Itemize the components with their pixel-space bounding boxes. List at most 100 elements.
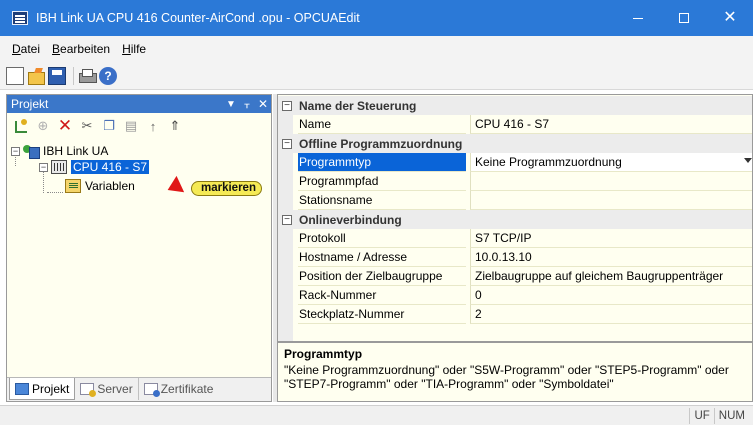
project-pane-title: Projekt bbox=[11, 97, 49, 111]
help-icon[interactable]: ? bbox=[99, 66, 117, 85]
property-value[interactable]: CPU 416 - S7 bbox=[470, 115, 752, 134]
property-value[interactable]: Zielbaugruppe auf gleichem Baugruppenträ… bbox=[470, 267, 752, 286]
row-gutter bbox=[278, 172, 293, 191]
close-button[interactable]: ✕ bbox=[707, 0, 753, 36]
property-name: Protokoll bbox=[298, 229, 466, 248]
minimize-button[interactable] bbox=[615, 0, 661, 36]
pin-icon[interactable]: ᚁ bbox=[239, 99, 255, 110]
menu-bar: Datei Bearbeiten Hilfe bbox=[0, 36, 753, 62]
certificate-icon bbox=[143, 383, 160, 397]
close-icon[interactable]: ✕ bbox=[255, 97, 271, 111]
tab-server[interactable]: Server bbox=[75, 378, 139, 400]
paste-icon[interactable]: ▤ bbox=[123, 118, 139, 134]
property-row[interactable]: Steckplatz-Nummer 2 bbox=[278, 305, 752, 324]
property-value[interactable] bbox=[470, 191, 752, 210]
property-row[interactable]: Rack-Nummer 0 bbox=[278, 286, 752, 305]
category-offline-programmzuordnung[interactable]: − Offline Programmzuordnung bbox=[278, 134, 752, 153]
tab-label: Projekt bbox=[32, 381, 70, 396]
project-pane-header: Projekt ▼ ᚁ ✕ bbox=[7, 95, 271, 113]
collapse-icon[interactable]: − bbox=[11, 146, 20, 156]
minimize-icon bbox=[633, 17, 643, 19]
tree-node-ibh-link-ua[interactable]: − IBH Link UA bbox=[11, 144, 109, 159]
tab-label: Zertifikate bbox=[160, 382, 214, 396]
menu-bearbeiten-rest: earbeiten bbox=[60, 42, 111, 56]
property-row[interactable]: Hostname / Adresse 10.0.13.10 bbox=[278, 248, 752, 267]
menu-datei[interactable]: Datei bbox=[6, 42, 46, 56]
row-gutter bbox=[278, 267, 293, 286]
property-row[interactable]: Programmpfad bbox=[278, 172, 752, 191]
project-pane-tabs: Projekt Server Zertifikate bbox=[7, 377, 271, 401]
row-gutter bbox=[278, 305, 293, 324]
title-bar: IBH Link UA CPU 416 Counter-AirCond .opu… bbox=[0, 0, 753, 36]
tree-node-label: IBH Link UA bbox=[43, 144, 109, 158]
new-project-icon[interactable] bbox=[13, 118, 29, 134]
main-toolbar: ? bbox=[0, 62, 753, 90]
category-label: Onlineverbindung bbox=[299, 212, 402, 227]
row-gutter bbox=[278, 153, 293, 172]
tree-node-cpu[interactable]: − CPU 416 - S7 bbox=[39, 160, 150, 174]
property-value[interactable] bbox=[470, 172, 752, 191]
collapse-icon[interactable]: − bbox=[282, 138, 292, 149]
copy-icon[interactable]: ❐ bbox=[101, 118, 117, 134]
property-row[interactable]: Stationsname bbox=[278, 191, 752, 210]
close-icon: ✕ bbox=[723, 9, 737, 26]
maximize-button[interactable] bbox=[661, 0, 707, 36]
project-tree: − IBH Link UA − CPU 416 - S7 Variablen bbox=[7, 139, 271, 375]
row-gutter bbox=[278, 286, 293, 305]
property-name: Name bbox=[298, 115, 466, 134]
description-text: "Keine Programmzuordnung" oder "S5W-Prog… bbox=[284, 363, 729, 391]
project-icon bbox=[15, 382, 29, 395]
menu-bearbeiten[interactable]: Bearbeiten bbox=[46, 42, 116, 56]
property-grid: − Name der Steuerung Name CPU 416 - S7 −… bbox=[277, 94, 753, 342]
menu-hilfe-mnemonic: H bbox=[122, 42, 131, 56]
property-value[interactable]: 0 bbox=[470, 286, 752, 305]
category-name-der-steuerung[interactable]: − Name der Steuerung bbox=[278, 96, 752, 115]
collapse-icon[interactable]: − bbox=[39, 162, 48, 172]
row-gutter bbox=[278, 115, 293, 134]
tab-projekt[interactable]: Projekt bbox=[9, 378, 76, 400]
property-row[interactable]: Protokoll S7 TCP/IP bbox=[278, 229, 752, 248]
status-num: NUM bbox=[713, 407, 749, 424]
property-name: Programmpfad bbox=[298, 172, 466, 191]
tree-connector bbox=[47, 192, 63, 193]
network-icon bbox=[23, 144, 40, 159]
cut-icon[interactable]: ✂ bbox=[79, 118, 95, 134]
tab-label: Server bbox=[97, 382, 133, 396]
callout-markieren: markieren bbox=[191, 181, 262, 196]
property-row[interactable]: Position der Zielbaugruppe Zielbaugruppe… bbox=[278, 267, 752, 286]
property-value-dropdown[interactable]: Keine Programmzuordnung bbox=[470, 153, 752, 172]
dropdown-value: Keine Programmzuordnung bbox=[475, 155, 622, 169]
collapse-icon[interactable]: − bbox=[282, 100, 292, 111]
category-onlineverbindung[interactable]: − Onlineverbindung bbox=[278, 210, 752, 229]
property-value[interactable]: 2 bbox=[470, 305, 752, 324]
new-item-icon[interactable]: ⊕ bbox=[35, 118, 51, 134]
tree-node-variablen[interactable]: Variablen bbox=[65, 179, 135, 193]
move-down-icon[interactable]: ⇑ bbox=[167, 118, 183, 134]
project-pane-toolbar: ⊕ ✕ ✂ ❐ ▤ ↑ ⇑ bbox=[7, 113, 271, 139]
tab-zertifikate[interactable]: Zertifikate bbox=[139, 378, 219, 400]
print-icon[interactable] bbox=[78, 67, 97, 85]
collapse-icon[interactable]: − bbox=[282, 214, 292, 225]
property-value[interactable]: S7 TCP/IP bbox=[470, 229, 752, 248]
new-document-icon[interactable] bbox=[6, 66, 24, 85]
save-icon[interactable] bbox=[48, 66, 66, 85]
category-label: Offline Programmzuordnung bbox=[299, 136, 463, 151]
status-uf: UF bbox=[689, 407, 713, 424]
row-gutter bbox=[278, 248, 293, 267]
dropdown-icon[interactable]: ▼ bbox=[223, 99, 239, 110]
open-folder-icon[interactable] bbox=[27, 67, 45, 85]
menu-hilfe[interactable]: Hilfe bbox=[116, 42, 152, 56]
chevron-down-icon[interactable] bbox=[744, 158, 752, 163]
property-row[interactable]: Name CPU 416 - S7 bbox=[278, 115, 752, 134]
description-title: Programmtyp bbox=[284, 347, 363, 361]
app-icon bbox=[12, 11, 28, 25]
row-gutter bbox=[278, 191, 293, 210]
property-value[interactable]: 10.0.13.10 bbox=[470, 248, 752, 267]
tree-node-label: Variablen bbox=[85, 179, 135, 193]
maximize-icon bbox=[679, 13, 689, 23]
move-up-icon[interactable]: ↑ bbox=[145, 118, 161, 134]
property-name: Steckplatz-Nummer bbox=[298, 305, 466, 324]
property-description: Programmtyp "Keine Programmzuordnung" od… bbox=[277, 342, 753, 402]
delete-icon[interactable]: ✕ bbox=[57, 116, 73, 135]
property-row-selected[interactable]: Programmtyp Keine Programmzuordnung bbox=[278, 153, 752, 172]
